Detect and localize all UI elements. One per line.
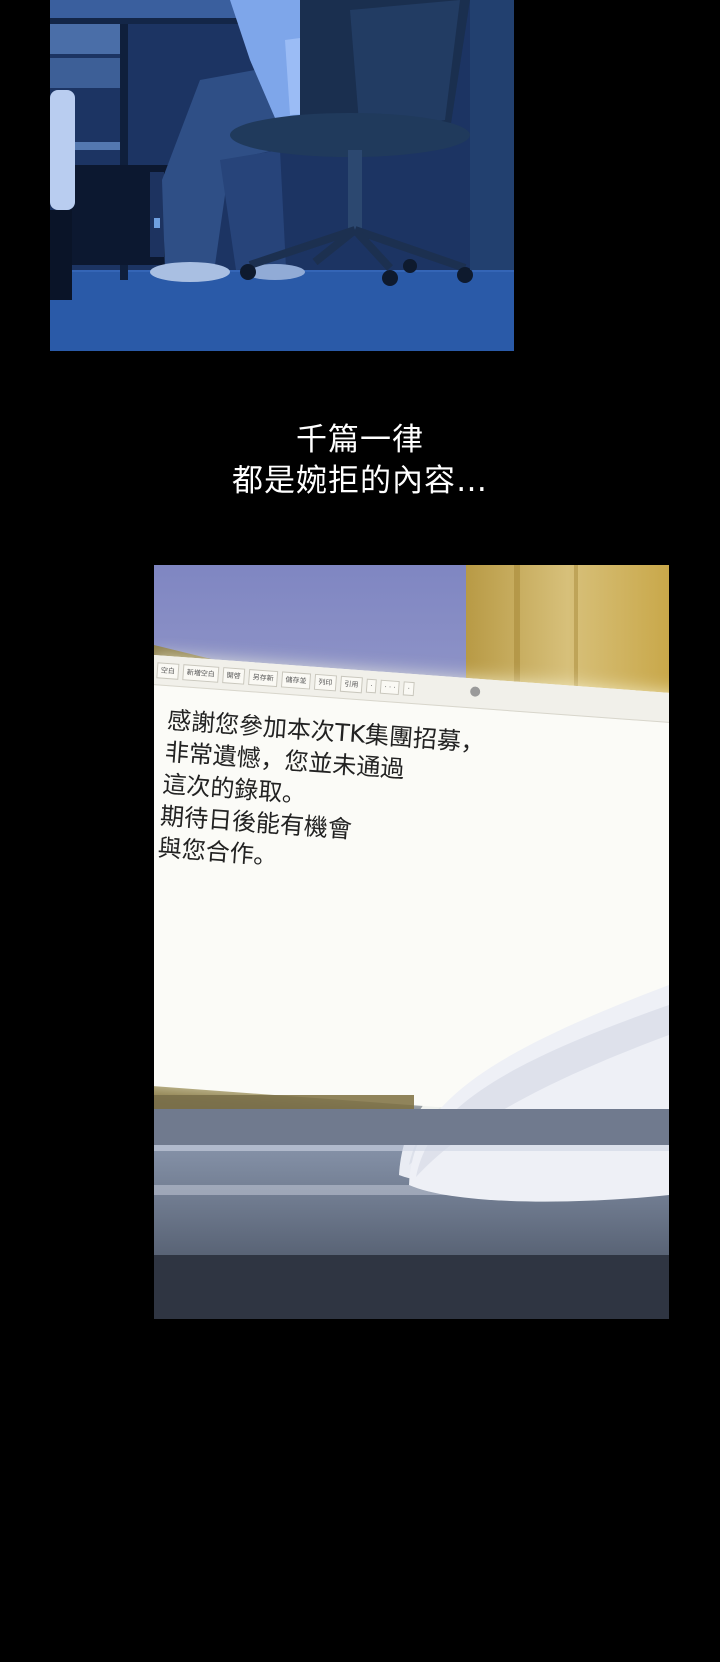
toolbar-item[interactable]: ·: [365, 678, 378, 693]
toolbar-item[interactable]: · · ·: [380, 679, 401, 695]
camera-icon: [469, 686, 481, 697]
toolbar-item[interactable]: 列印: [313, 673, 338, 691]
office-night-panel: [50, 0, 514, 351]
caption-line-1: 千篇一律: [296, 422, 424, 458]
toolbar-item[interactable]: 空白: [156, 661, 180, 680]
caption-line-2: 都是婉拒的內容…: [232, 463, 488, 499]
toolbar-item[interactable]: 開啓: [222, 666, 246, 685]
toolbar-item[interactable]: ·: [403, 680, 415, 696]
office-night-illustration: [50, 0, 514, 351]
laptop-screen: 空白 新増空白 開啓 另存新 儲存並 列印 引用 · · · · · 感謝您參加…: [154, 655, 669, 1125]
rejection-message: 感謝您參加本次TK集團招募， 非常遺憾，您並未通過 這次的錄取。 期待日後能有機…: [157, 704, 486, 887]
toolbar-item[interactable]: 引用: [339, 675, 363, 693]
laptop-panel: 空白 新増空白 開啓 另存新 儲存並 列印 引用 · · · · · 感謝您參加…: [154, 565, 669, 1319]
narration-caption: 千篇一律 都是婉拒的內容…: [0, 420, 720, 502]
toolbar-item[interactable]: 新増空白: [182, 663, 220, 683]
toolbar-item[interactable]: 儲存並: [281, 670, 312, 690]
toolbar-item[interactable]: 另存新: [248, 668, 279, 687]
